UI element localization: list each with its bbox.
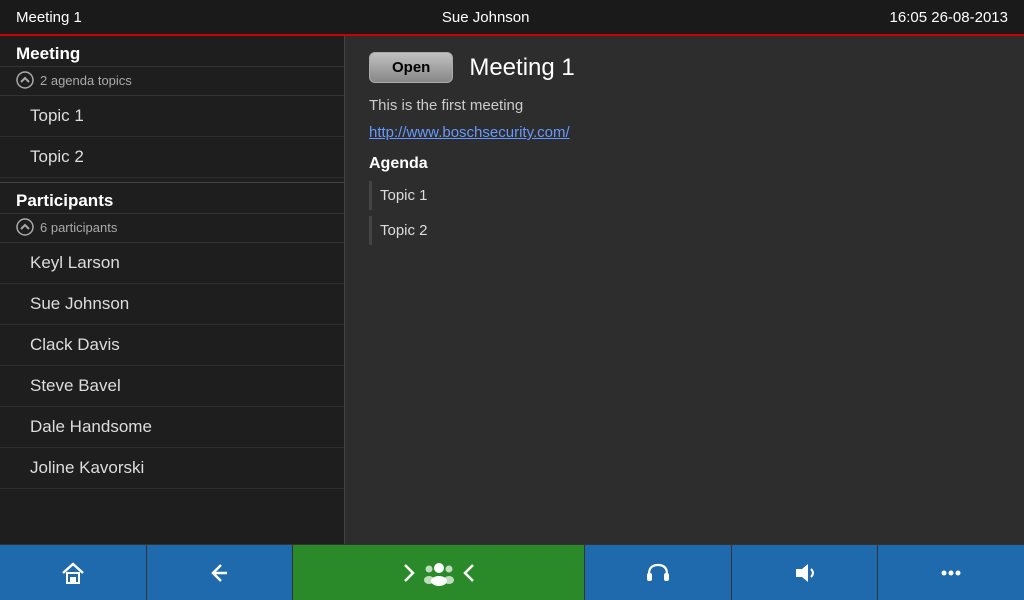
content-panel: Open Meeting 1 This is the first meeting… bbox=[345, 36, 1024, 544]
sidebar-people: Keyl LarsonSue JohnsonClack DavisSteve B… bbox=[0, 243, 344, 489]
sidebar-person-item[interactable]: Keyl Larson bbox=[0, 243, 344, 284]
home-button[interactable] bbox=[0, 545, 147, 600]
top-bar: Meeting 1 Sue Johnson 16:05 26-08-2013 bbox=[0, 0, 1024, 36]
open-button[interactable]: Open bbox=[369, 52, 453, 83]
back-button[interactable] bbox=[147, 545, 294, 600]
participants-section-header: Participants bbox=[0, 182, 344, 214]
more-icon bbox=[937, 559, 965, 587]
volume-icon bbox=[791, 559, 819, 587]
sidebar-topics: Topic 1Topic 2 bbox=[0, 96, 344, 178]
agenda-list: Topic 1 Topic 2 bbox=[369, 181, 1000, 245]
back2-icon bbox=[455, 559, 483, 587]
content-header: Open Meeting 1 bbox=[369, 52, 1000, 83]
sidebar: Meeting 2 agenda topics Topic 1Topic 2 P… bbox=[0, 36, 345, 544]
chevron-up-icon bbox=[16, 71, 34, 89]
headphone-icon bbox=[644, 559, 672, 587]
top-bar-left: Meeting 1 bbox=[16, 9, 82, 26]
meeting-link[interactable]: http://www.boschsecurity.com/ bbox=[369, 124, 1000, 141]
agenda-sub-header[interactable]: 2 agenda topics bbox=[0, 67, 344, 96]
agenda-label: Agenda bbox=[369, 155, 1000, 173]
more-button[interactable] bbox=[878, 545, 1024, 600]
meeting-description: This is the first meeting bbox=[369, 97, 1000, 114]
agenda-item: Topic 2 bbox=[369, 216, 1000, 245]
headphone-button[interactable] bbox=[585, 545, 732, 600]
bottom-bar bbox=[0, 544, 1024, 600]
home-icon bbox=[59, 559, 87, 587]
top-bar-right: 16:05 26-08-2013 bbox=[890, 9, 1008, 26]
sidebar-person-item[interactable]: Dale Handsome bbox=[0, 407, 344, 448]
back-icon bbox=[205, 559, 233, 587]
agenda-item: Topic 1 bbox=[369, 181, 1000, 210]
top-bar-center: Sue Johnson bbox=[442, 9, 530, 26]
meeting-section-header: Meeting bbox=[0, 36, 344, 67]
sidebar-topic-item[interactable]: Topic 2 bbox=[0, 137, 344, 178]
sidebar-person-item[interactable]: Sue Johnson bbox=[0, 284, 344, 325]
sidebar-person-item[interactable]: Clack Davis bbox=[0, 325, 344, 366]
participants-icon bbox=[423, 559, 455, 587]
chevron-up-icon-2 bbox=[16, 218, 34, 236]
sidebar-person-item[interactable]: Joline Kavorski bbox=[0, 448, 344, 489]
volume-button[interactable] bbox=[732, 545, 879, 600]
sidebar-topic-item[interactable]: Topic 1 bbox=[0, 96, 344, 137]
meeting-title: Meeting 1 bbox=[469, 54, 574, 82]
main-area: Meeting 2 agenda topics Topic 1Topic 2 P… bbox=[0, 36, 1024, 544]
participants-sub-header[interactable]: 6 participants bbox=[0, 214, 344, 243]
sidebar-person-item[interactable]: Steve Bavel bbox=[0, 366, 344, 407]
meeting-button[interactable] bbox=[293, 545, 585, 600]
forward-icon bbox=[395, 559, 423, 587]
